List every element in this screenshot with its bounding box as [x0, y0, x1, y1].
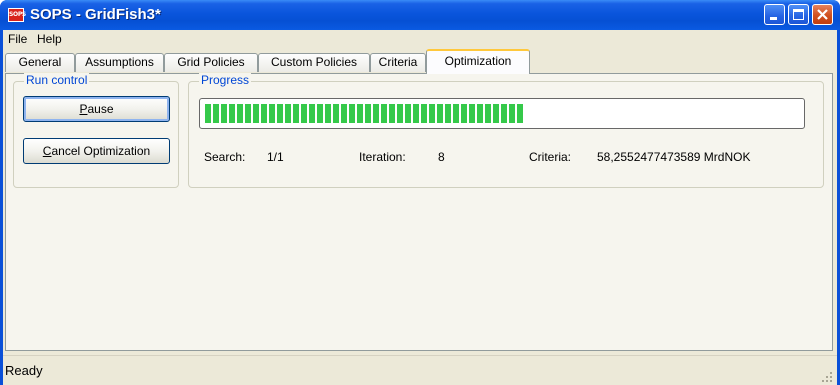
- sops-app-icon[interactable]: SOPS: [8, 8, 26, 22]
- app-window: SOPS SOPS - GridFish3* File Help General…: [0, 0, 840, 385]
- tab-general[interactable]: General: [5, 53, 75, 72]
- cancel-optimization-button[interactable]: Cancel Optimization: [23, 138, 170, 164]
- tab-grid-policies[interactable]: Grid Policies: [164, 53, 258, 72]
- tab-criteria[interactable]: Criteria: [370, 53, 426, 72]
- tab-strip: General Assumptions Grid Policies Custom…: [3, 49, 837, 74]
- status-bar: Ready: [3, 355, 837, 385]
- optimization-panel: Run control Pause Cancel Optimization Pr…: [5, 73, 833, 351]
- window-title: SOPS - GridFish3*: [30, 6, 161, 23]
- maximize-button[interactable]: [788, 4, 809, 25]
- search-label: Search:: [204, 150, 246, 164]
- minimize-button[interactable]: [764, 4, 785, 25]
- menu-file[interactable]: File: [8, 32, 27, 46]
- client-area: File Help General Assumptions Grid Polic…: [3, 30, 837, 385]
- menu-help[interactable]: Help: [37, 32, 62, 46]
- iteration-value: 8: [438, 150, 445, 164]
- iteration-label: Iteration:: [359, 150, 406, 164]
- search-value: 1/1: [267, 150, 284, 164]
- maximize-icon: [793, 9, 804, 20]
- cancel-label-rest: ancel Optimization: [51, 144, 151, 158]
- pause-button[interactable]: Pause: [23, 96, 170, 122]
- close-icon: [817, 9, 828, 20]
- run-control-group: Run control Pause Cancel Optimization: [13, 73, 179, 188]
- minimize-icon: [770, 17, 777, 20]
- resize-grip-icon[interactable]: [821, 371, 833, 383]
- criteria-label: Criteria:: [529, 150, 572, 164]
- tab-assumptions[interactable]: Assumptions: [75, 53, 164, 72]
- run-control-title: Run control: [24, 73, 90, 87]
- title-bar[interactable]: SOPS SOPS - GridFish3*: [0, 0, 840, 30]
- progress-fill: [205, 104, 523, 123]
- optimization-progress-bar: [199, 98, 805, 129]
- progress-title: Progress: [199, 73, 252, 87]
- status-text: Ready: [5, 363, 43, 378]
- progress-group: Progress Search: 1/1 Iteration: 8 Criter…: [188, 73, 824, 188]
- tab-custom-policies[interactable]: Custom Policies: [258, 53, 370, 72]
- criteria-value: 58,2552477473589 MrdNOK: [597, 150, 751, 164]
- menu-bar: File Help: [3, 30, 837, 49]
- pause-label-rest: ause: [87, 102, 114, 116]
- tab-optimization[interactable]: Optimization: [426, 49, 530, 74]
- close-button[interactable]: [812, 4, 833, 25]
